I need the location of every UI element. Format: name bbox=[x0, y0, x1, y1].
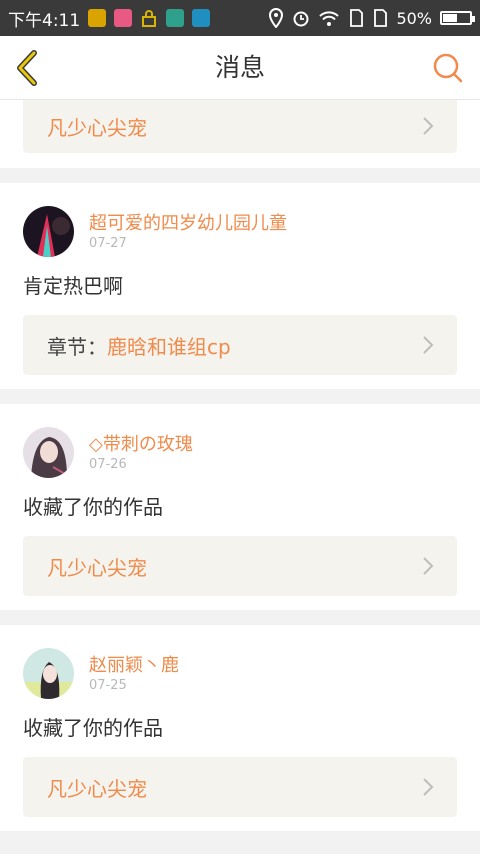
app-notification-icon bbox=[114, 9, 133, 27]
notification-date: 07-27 bbox=[89, 236, 127, 251]
notification-header: 超可爱的四岁幼儿园儿童 07-27 bbox=[0, 183, 480, 269]
page-title: 消息 bbox=[214, 53, 265, 82]
search-icon bbox=[433, 53, 463, 83]
alarm-icon bbox=[293, 11, 309, 27]
top-nav-bar: 消息 bbox=[0, 36, 480, 100]
divider bbox=[0, 831, 480, 846]
work-reference-link[interactable]: 章节： 鹿晗和谁组cp bbox=[23, 315, 457, 375]
user-name[interactable]: ◇带刺の玫瑰 bbox=[89, 430, 193, 456]
chevron-right-icon bbox=[423, 778, 434, 796]
battery-icon bbox=[440, 11, 475, 25]
back-chevron-icon bbox=[17, 50, 37, 86]
status-time: 下午4:11 bbox=[8, 10, 81, 31]
divider bbox=[0, 610, 480, 625]
sim-card-icon bbox=[374, 9, 388, 27]
notification-card: ◇带刺の玫瑰 07-26 收藏了你的作品 凡少心尖宠 bbox=[0, 404, 480, 610]
chevron-right-icon bbox=[423, 557, 434, 575]
reference-prefix: 章节： bbox=[47, 334, 107, 359]
notification-date: 07-25 bbox=[89, 678, 127, 693]
battery-percent: 50% bbox=[396, 8, 432, 28]
avatar[interactable] bbox=[23, 206, 74, 257]
notification-header: 赵丽颖丶鹿 07-25 bbox=[0, 625, 480, 711]
avatar[interactable] bbox=[23, 427, 74, 478]
lock-icon bbox=[142, 10, 157, 27]
status-bar: 下午4:11 50% bbox=[0, 0, 480, 36]
work-title: 凡少心尖宠 bbox=[47, 776, 147, 801]
back-button[interactable] bbox=[10, 50, 46, 86]
chevron-right-icon bbox=[423, 117, 434, 135]
app-notification-icon bbox=[166, 9, 185, 27]
notification-card: 超可爱的四岁幼儿园儿童 07-27 肯定热巴啊 章节： 鹿晗和谁组cp bbox=[0, 183, 480, 389]
notification-card: 凡少心尖宠 bbox=[0, 100, 480, 168]
notification-text: 肯定热巴啊 bbox=[23, 274, 123, 298]
search-button[interactable] bbox=[430, 50, 466, 86]
app-notification-icon bbox=[88, 9, 107, 27]
notification-card: 赵丽颖丶鹿 07-25 收藏了你的作品 凡少心尖宠 bbox=[0, 625, 480, 831]
notification-text: 收藏了你的作品 bbox=[23, 716, 163, 740]
location-icon bbox=[269, 8, 284, 28]
work-title: 凡少心尖宠 bbox=[47, 555, 147, 580]
user-name[interactable]: 赵丽颖丶鹿 bbox=[89, 651, 179, 677]
notification-header: ◇带刺の玫瑰 07-26 bbox=[0, 404, 480, 490]
work-reference-link[interactable]: 凡少心尖宠 bbox=[23, 536, 457, 596]
work-reference-link[interactable]: 凡少心尖宠 bbox=[23, 757, 457, 817]
app-notification-icon bbox=[192, 9, 211, 27]
avatar[interactable] bbox=[23, 648, 74, 699]
notification-list: 凡少心尖宠 超可爱的四岁幼儿园儿童 07-27 肯定热巴啊 章节： 鹿晗和谁组c… bbox=[0, 100, 480, 846]
notification-date: 07-26 bbox=[89, 457, 127, 472]
notification-text: 收藏了你的作品 bbox=[23, 495, 163, 519]
work-reference-link[interactable]: 凡少心尖宠 bbox=[23, 100, 457, 153]
divider bbox=[0, 168, 480, 183]
user-name[interactable]: 超可爱的四岁幼儿园儿童 bbox=[89, 209, 287, 235]
sim-card-icon bbox=[350, 9, 364, 27]
wifi-icon bbox=[319, 11, 340, 26]
chevron-right-icon bbox=[423, 336, 434, 354]
divider bbox=[0, 389, 480, 404]
work-title: 鹿晗和谁组cp bbox=[107, 334, 231, 359]
work-title: 凡少心尖宠 bbox=[47, 116, 147, 140]
